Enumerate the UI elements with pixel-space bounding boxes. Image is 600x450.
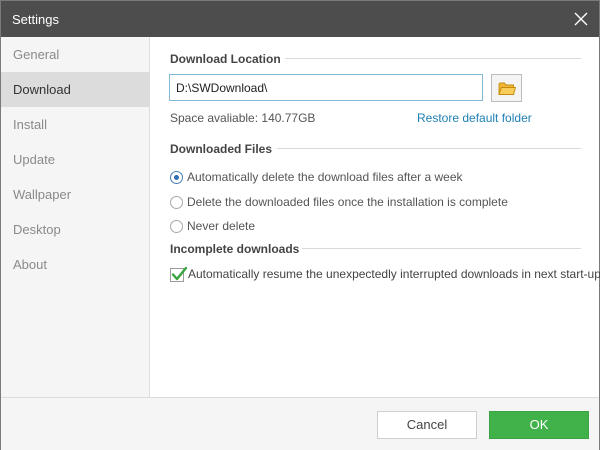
restore-default-folder-link[interactable]: Restore default folder bbox=[417, 111, 532, 125]
window-title: Settings bbox=[12, 12, 59, 27]
sidebar-item-update[interactable]: Update bbox=[1, 142, 149, 177]
sidebar-item-install[interactable]: Install bbox=[1, 107, 149, 142]
sidebar-item-wallpaper[interactable]: Wallpaper bbox=[1, 177, 149, 212]
radio-button[interactable] bbox=[170, 220, 183, 233]
close-icon bbox=[574, 12, 588, 26]
download-path-input[interactable] bbox=[169, 74, 483, 101]
checkmark-icon bbox=[171, 266, 188, 281]
sidebar-item-download[interactable]: Download bbox=[1, 72, 149, 107]
download-location-heading: Download Location bbox=[170, 52, 281, 66]
radio-button[interactable] bbox=[170, 196, 183, 209]
settings-window: Settings General Download Install Update… bbox=[0, 0, 600, 450]
downloaded-files-heading: Downloaded Files bbox=[170, 142, 273, 156]
title-bar: Settings bbox=[1, 1, 599, 37]
settings-content: Download Location Space avaliable: 140.7… bbox=[150, 37, 600, 397]
incomplete-downloads-heading: Incomplete downloads bbox=[170, 242, 300, 256]
section-divider bbox=[285, 58, 581, 59]
radio-label: Delete the downloaded files once the ins… bbox=[187, 195, 508, 209]
radio-label: Never delete bbox=[187, 219, 256, 233]
sidebar: General Download Install Update Wallpape… bbox=[1, 37, 150, 397]
auto-resume-label: Automatically resume the unexpectedly in… bbox=[188, 267, 600, 281]
space-available-text: Space avaliable: 140.77GB bbox=[170, 111, 316, 125]
sidebar-item-general[interactable]: General bbox=[1, 37, 149, 72]
radio-label: Automatically delete the download files … bbox=[187, 170, 463, 184]
section-divider bbox=[277, 148, 581, 149]
browse-folder-button[interactable] bbox=[491, 74, 522, 102]
radio-button[interactable] bbox=[170, 171, 183, 184]
close-button[interactable] bbox=[569, 7, 593, 31]
folder-icon bbox=[498, 82, 516, 95]
ok-button[interactable]: OK bbox=[489, 411, 589, 439]
section-divider bbox=[302, 248, 581, 249]
cancel-button[interactable]: Cancel bbox=[377, 411, 477, 439]
sidebar-item-desktop[interactable]: Desktop bbox=[1, 212, 149, 247]
auto-resume-checkbox[interactable] bbox=[170, 266, 188, 282]
dialog-footer: Cancel OK bbox=[1, 397, 599, 450]
sidebar-item-about[interactable]: About bbox=[1, 247, 149, 282]
